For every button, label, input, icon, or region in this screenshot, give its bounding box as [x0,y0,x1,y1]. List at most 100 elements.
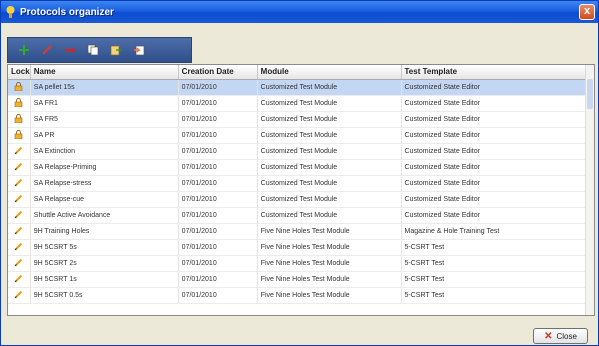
pencil-icon [42,45,52,55]
creation-date-cell: 07/01/2010 [178,239,258,256]
test-template-cell: 5-CSRT Test [401,287,594,304]
minus-icon [65,49,75,52]
table-row[interactable]: SA Relapse-cue 07/01/2010 Customized Test … [8,191,594,208]
vertical-scrollbar[interactable] [585,65,594,315]
table-row[interactable]: Shuttle Active Avoidance 07/01/2010 Custom… [8,207,594,224]
lock-cell[interactable] [8,207,31,224]
column-header-module[interactable]: Module [257,65,402,80]
name-cell: SA PR [30,127,179,144]
creation-date-cell: 07/01/2010 [178,207,258,224]
creation-date-cell: 07/01/2010 [178,159,258,176]
lock-cell[interactable] [8,287,31,304]
pencil-icon [14,146,23,157]
table-row[interactable]: 9H 5CSRT 0.5s 07/01/2010 Five Nine Holes T… [8,287,594,304]
creation-date-cell: 07/01/2010 [178,175,258,192]
table-row[interactable]: 9H Training Holes 07/01/2010 Five Nine Hol… [8,223,594,240]
lock-cell[interactable] [8,111,31,128]
close-button[interactable]: ✕ Close [533,328,588,344]
lock-cell[interactable] [8,191,31,208]
lock-cell[interactable] [8,127,31,144]
lock-cell[interactable] [8,79,31,96]
window-title: Protocols organizer [20,6,114,18]
protocols-table[interactable]: Lock Name Creation Date Module Test Temp… [7,64,595,316]
close-x-icon: ✕ [544,330,553,342]
column-header-lock[interactable]: Lock [8,65,31,80]
lock-cell[interactable] [8,239,31,256]
creation-date-cell: 07/01/2010 [178,191,258,208]
module-cell: Customized Test Module [257,191,402,208]
test-template-cell: Customized State Editor [401,79,594,96]
import-protocol-button[interactable] [131,42,147,58]
test-template-cell: Customized State Editor [401,191,594,208]
export-protocol-button[interactable] [108,42,124,58]
test-template-cell: Customized State Editor [401,127,594,144]
lock-cell[interactable] [8,159,31,176]
module-cell: Customized Test Module [257,159,402,176]
test-template-cell: Customized State Editor [401,111,594,128]
lock-icon [14,129,23,141]
table-row[interactable]: SA FR5 07/01/2010 Customized Test Module Cu… [8,111,594,128]
window-close-button[interactable]: x [579,4,595,20]
scrollbar-thumb[interactable] [587,79,593,109]
import-icon [134,45,145,56]
table-row[interactable]: SA Relapse-stress 07/01/2010 Customized Te… [8,175,594,192]
lock-icon [14,81,23,93]
test-template-cell: Customized State Editor [401,207,594,224]
name-cell: SA Relapse-stress [30,175,179,192]
module-cell: Customized Test Module [257,95,402,112]
lock-cell[interactable] [8,255,31,272]
creation-date-cell: 07/01/2010 [178,255,258,272]
table-row[interactable]: 9H 5CSRT 5s 07/01/2010 Five Nine Holes Tes… [8,239,594,256]
name-cell: SA FR1 [30,95,179,112]
lock-cell[interactable] [8,175,31,192]
table-header-row: Lock Name Creation Date Module Test Temp… [8,65,594,80]
creation-date-cell: 07/01/2010 [178,95,258,112]
table-row[interactable]: 9H 5CSRT 1s 07/01/2010 Five Nine Holes Tes… [8,271,594,288]
module-cell: Five Nine Holes Test Module [257,239,402,256]
lock-icon [14,113,23,125]
module-cell: Five Nine Holes Test Module [257,255,402,272]
export-icon [110,45,122,56]
creation-date-cell: 07/01/2010 [178,223,258,240]
table-row[interactable]: SA pellet 15s 07/01/2010 Customized Test M… [8,79,594,96]
lock-cell[interactable] [8,95,31,112]
name-cell: 9H 5CSRT 1s [30,271,179,288]
lock-cell[interactable] [8,143,31,160]
delete-protocol-button[interactable] [62,42,78,58]
table-row[interactable]: SA Extinction 07/01/2010 Customized Test M… [8,143,594,160]
creation-date-cell: 07/01/2010 [178,111,258,128]
test-template-cell: Magazine & Hole Training Test [401,223,594,240]
plus-icon [19,45,29,55]
module-cell: Customized Test Module [257,207,402,224]
creation-date-cell: 07/01/2010 [178,287,258,304]
add-protocol-button[interactable] [16,42,32,58]
test-template-cell: Customized State Editor [401,175,594,192]
lock-icon [14,97,23,109]
lock-cell[interactable] [8,271,31,288]
pencil-icon [14,258,23,269]
copy-protocol-button[interactable] [85,42,101,58]
table-row[interactable]: SA Relapse-Priming 07/01/2010 Customized T… [8,159,594,176]
module-cell: Customized Test Module [257,175,402,192]
column-header-test-template[interactable]: Test Template [401,65,594,80]
pencil-icon [14,162,23,173]
column-header-creation-date[interactable]: Creation Date [178,65,258,80]
pencil-icon [14,210,23,221]
pencil-icon [14,274,23,285]
table-row[interactable]: SA FR1 07/01/2010 Customized Test Module Cu… [8,95,594,112]
test-template-cell: 5-CSRT Test [401,255,594,272]
title-bar[interactable]: Protocols organizer x [1,1,598,23]
table-row[interactable]: SA PR 07/01/2010 Customized Test Module Cus… [8,127,594,144]
creation-date-cell: 07/01/2010 [178,127,258,144]
module-cell: Five Nine Holes Test Module [257,223,402,240]
lock-cell[interactable] [8,223,31,240]
module-cell: Customized Test Module [257,79,402,96]
edit-protocol-button[interactable] [39,42,55,58]
creation-date-cell: 07/01/2010 [178,271,258,288]
table-row[interactable]: 9H 5CSRT 2s 07/01/2010 Five Nine Holes Tes… [8,255,594,272]
close-button-label: Close [556,331,577,341]
column-header-name[interactable]: Name [30,65,179,80]
name-cell: 9H Training Holes [30,223,179,240]
pencil-icon [14,242,23,253]
name-cell: Shuttle Active Avoidance [30,207,179,224]
